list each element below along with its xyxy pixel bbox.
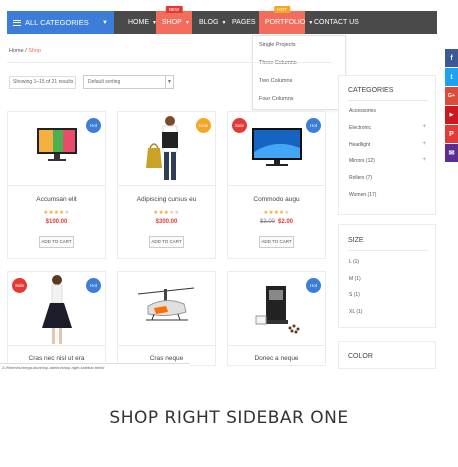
youtube-icon[interactable]: ▶	[445, 106, 458, 124]
product-card[interactable]: Hot Accumsan elit ★★★★★ $100.00 Add to c…	[7, 111, 106, 259]
hot-badge: Hot	[274, 6, 290, 13]
category-rollers[interactable]: Rollers (7)	[349, 175, 372, 181]
hot-badge: Hot	[86, 118, 101, 133]
product-name[interactable]: Commodo augu	[228, 196, 325, 203]
product-price: $300.00	[155, 219, 178, 225]
sidebar-color: Color	[338, 341, 436, 369]
nav-label: Home	[128, 19, 149, 26]
google-plus-icon[interactable]: G+	[445, 87, 458, 105]
product-price: $3.00 $2.00	[228, 219, 325, 225]
nav-label: Contact Us	[314, 19, 359, 26]
size-option[interactable]: M (1)	[349, 276, 361, 282]
old-price: $3.00	[259, 219, 275, 225]
nav-label: Shop	[162, 19, 182, 26]
rating-stars: ★★★★★	[153, 210, 180, 216]
chevron-down-icon: ▼	[102, 19, 108, 26]
result-count: Showing 1–15 of 21 results	[9, 76, 76, 89]
size-option[interactable]: L (1)	[349, 259, 359, 265]
caret-down-icon: ▼	[184, 19, 190, 26]
rating-stars: ★★★★★	[43, 210, 70, 216]
category-headlight[interactable]: Headlight	[349, 142, 370, 148]
nav-label: Blog	[199, 19, 219, 26]
product-name[interactable]: Accumsan elit	[8, 196, 105, 203]
product-name[interactable]: Cras neque	[118, 355, 215, 362]
add-to-cart-button[interactable]: Add to cart	[259, 236, 294, 248]
nav-label: Pages	[232, 19, 256, 26]
nav-item-portfolio[interactable]: Hot Portfolio ▼	[259, 6, 313, 34]
categories-title: Categories	[348, 87, 394, 94]
product-card[interactable]: Sale Hot Cras nec nisl ut era	[7, 271, 106, 366]
category-electronic[interactable]: Electronic	[349, 125, 371, 131]
page-caption-title: Shop Right Sidebar One	[109, 408, 349, 428]
dropdown-item-two-columns[interactable]: Two Columns	[253, 72, 345, 90]
category-mirrors[interactable]: Mirrors (12)	[349, 158, 375, 164]
category-accessories[interactable]: Accessories	[349, 108, 376, 114]
all-categories-button[interactable]: All Categories ▼	[7, 11, 114, 34]
sort-select[interactable]: Default sorting ▼	[83, 75, 174, 89]
sidebar-size: Size L (1) M (1) S (1) XL (1)	[338, 224, 436, 328]
rating-stars: ★★★★★	[263, 210, 290, 216]
expand-icon[interactable]: +	[422, 157, 426, 163]
product-card[interactable]: Cras neque	[117, 271, 216, 366]
sale-badge: Sale	[12, 278, 27, 293]
sale-price: $2.00	[278, 219, 294, 225]
dropdown-item-single-projects[interactable]: Single Projects	[253, 36, 345, 54]
social-sidebar: f t G+ ▶ P ✉	[445, 49, 458, 163]
main-navigation: All Categories ▼ Home ▼ New Shop ▼ Blog ▼ P…	[7, 6, 437, 34]
dropdown-item-four-columns[interactable]: Four Columns	[253, 90, 345, 108]
divider	[7, 62, 332, 63]
product-card[interactable]: Sale Hot Commodo augu ★★★★★ $3.00 $2.00 A…	[227, 111, 326, 259]
expand-icon[interactable]: +	[422, 141, 426, 147]
breadcrumb: Home / Shop	[9, 48, 41, 54]
hot-badge: Hot	[306, 278, 321, 293]
hot-badge: Hot	[306, 118, 321, 133]
breadcrumb-home[interactable]: Home	[9, 48, 24, 54]
size-title: Size	[348, 237, 364, 244]
sidebar-categories: Categories Accessories Electronic + Head…	[338, 75, 436, 215]
product-card[interactable]: New Adipiscing cursus eu ★★★★★ $300.00 A…	[117, 111, 216, 259]
breadcrumb-current: Shop	[28, 48, 42, 54]
category-women[interactable]: Women (17)	[349, 192, 376, 198]
size-option[interactable]: XL (1)	[349, 309, 362, 315]
portfolio-dropdown: Single Projects Three Columns Two Column…	[252, 35, 346, 110]
product-image-drone[interactable]	[118, 272, 215, 346]
pinterest-icon[interactable]: P	[445, 125, 458, 143]
size-option[interactable]: S (1)	[349, 292, 360, 298]
add-to-cart-button[interactable]: Add to cart	[149, 236, 184, 248]
divider	[348, 250, 428, 251]
sale-badge: Sale	[232, 118, 247, 133]
drone-icon	[137, 287, 195, 321]
new-badge: New	[165, 6, 183, 13]
browser-status-url: 2://themes/mega-store/wp-admin/shop-righ…	[0, 363, 190, 371]
color-title: Color	[348, 353, 373, 360]
product-card[interactable]: Hot Donec a neque	[227, 271, 326, 366]
nav-label: Portfolio	[265, 19, 306, 26]
product-name[interactable]: Adipiscing cursus eu	[118, 196, 215, 203]
product-name[interactable]: Donec a neque	[228, 355, 325, 362]
menu-icon	[13, 18, 21, 27]
email-icon[interactable]: ✉	[445, 144, 458, 162]
divider	[348, 100, 428, 101]
nav-item-contact[interactable]: Contact Us	[308, 11, 365, 34]
sort-select-value: Default sorting	[88, 79, 121, 85]
product-price: $100.00	[45, 219, 68, 225]
dropdown-item-three-columns[interactable]: Three Columns	[253, 54, 345, 72]
hot-badge: Hot	[86, 278, 101, 293]
add-to-cart-button[interactable]: Add to cart	[39, 236, 74, 248]
chevron-down-icon: ▼	[165, 76, 173, 88]
new-badge: New	[196, 118, 211, 133]
product-name[interactable]: Cras nec nisl ut era	[8, 355, 105, 362]
facebook-icon[interactable]: f	[445, 49, 458, 67]
expand-icon[interactable]: +	[422, 124, 426, 130]
nav-item-shop[interactable]: New Shop ▼	[156, 6, 192, 34]
all-categories-label: All Categories	[25, 18, 89, 27]
twitter-icon[interactable]: t	[445, 68, 458, 86]
